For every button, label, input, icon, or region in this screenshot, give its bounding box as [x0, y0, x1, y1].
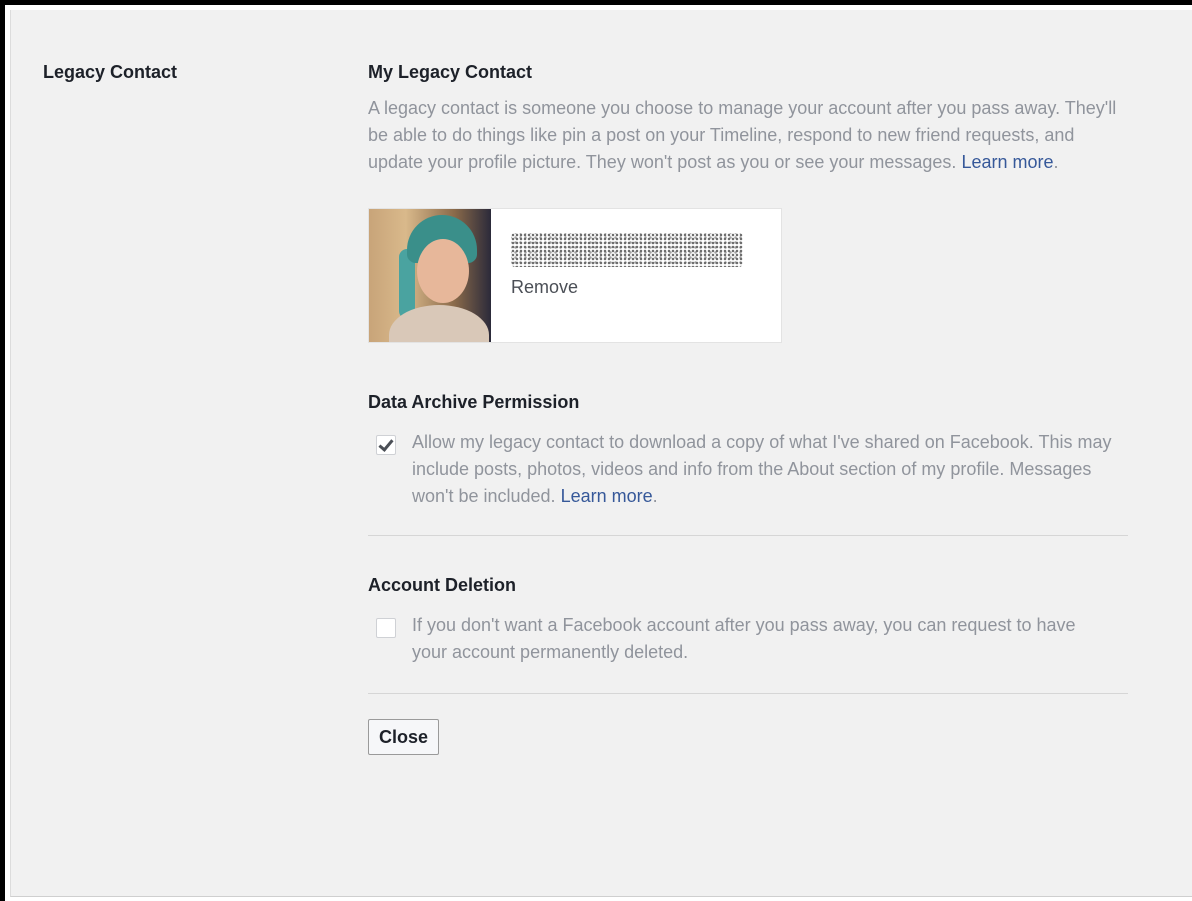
account-deletion-section: Account Deletion If you don't want a Fac…: [368, 575, 1128, 666]
account-deletion-checkbox[interactable]: [376, 618, 396, 638]
divider: [368, 693, 1128, 694]
account-deletion-heading: Account Deletion: [368, 575, 517, 595]
settings-panel: Legacy Contact My Legacy Contact A legac…: [10, 10, 1192, 897]
blurred-contact-name: [511, 233, 743, 267]
data-archive-option: Allow my legacy contact to download a co…: [368, 429, 1128, 510]
legacy-contact-card: Remove: [368, 208, 782, 343]
screenshot-frame: Legacy Contact My Legacy Contact A legac…: [0, 0, 1192, 901]
data-archive-description: Allow my legacy contact to download a co…: [412, 432, 1112, 506]
legacy-learn-more-link[interactable]: Learn more: [961, 152, 1053, 172]
legacy-description-period: .: [1053, 152, 1059, 172]
legacy-contact-content: My Legacy Contact A legacy contact is so…: [368, 62, 1128, 755]
data-archive-period: .: [652, 486, 658, 506]
section-label: Legacy Contact: [43, 62, 178, 82]
account-deletion-text: If you don't want a Facebook account aft…: [412, 615, 1076, 662]
contact-card-info: Remove: [491, 209, 743, 342]
legacy-contact-description: A legacy contact is someone you choose t…: [368, 95, 1123, 176]
data-archive-section: Data Archive Permission Allow my legacy …: [368, 392, 1128, 510]
remove-legacy-contact-link[interactable]: Remove: [511, 277, 578, 298]
data-archive-checkbox[interactable]: [376, 435, 396, 455]
data-archive-learn-more-link[interactable]: Learn more: [561, 486, 653, 506]
divider: [368, 535, 1128, 536]
data-archive-text: Allow my legacy contact to download a co…: [412, 429, 1112, 510]
avatar: [369, 209, 491, 342]
account-deletion-option: If you don't want a Facebook account aft…: [368, 612, 1128, 666]
data-archive-heading: Data Archive Permission: [368, 392, 580, 412]
my-legacy-contact-heading: My Legacy Contact: [368, 62, 533, 82]
close-button[interactable]: Close: [368, 719, 440, 755]
